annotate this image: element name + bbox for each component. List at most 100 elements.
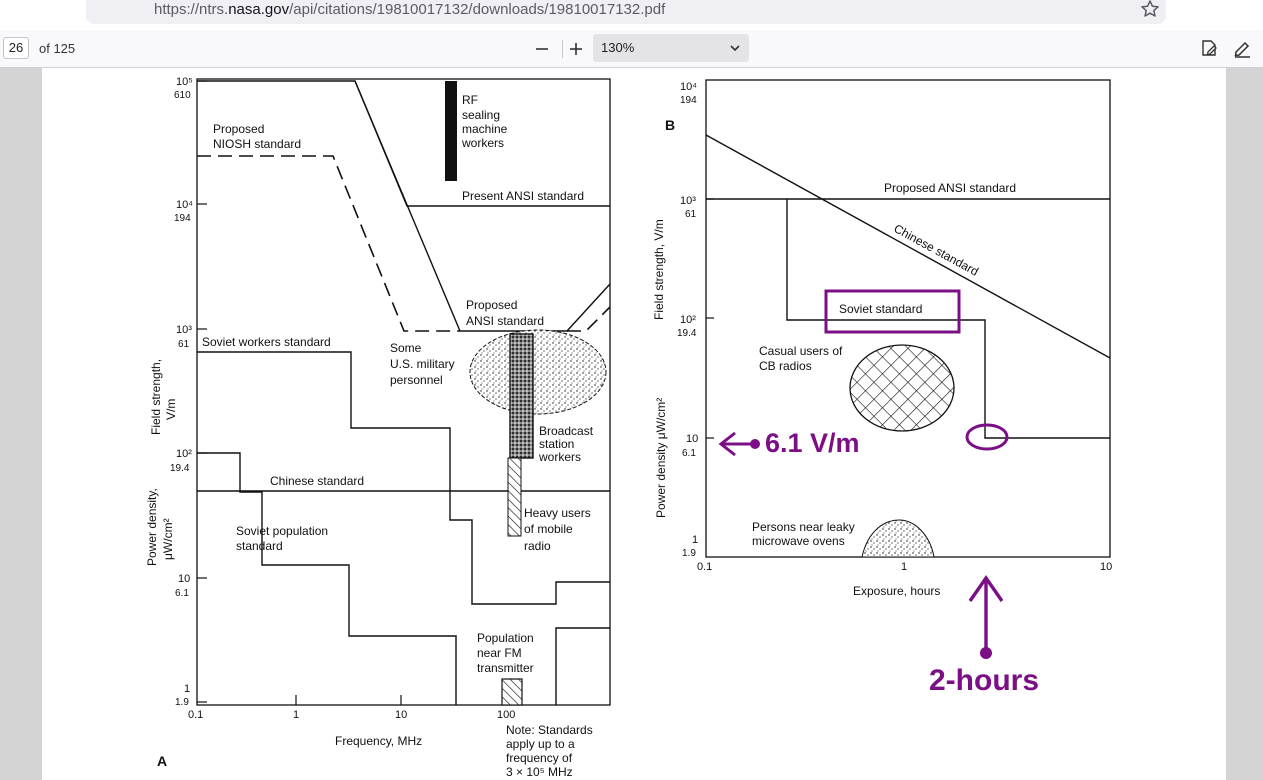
- y-tick-bottom: 61: [685, 209, 697, 220]
- zoom-in-icon[interactable]: [568, 41, 584, 57]
- label-military: Some: [390, 341, 422, 355]
- hours-arrow-icon: [968, 575, 1004, 652]
- fm-transmitter-region: [501, 678, 523, 706]
- cb-radio-region: [849, 344, 955, 432]
- highlight-pen-icon[interactable]: [1232, 38, 1252, 58]
- draw-icon[interactable]: [1199, 38, 1219, 58]
- y-tick-bottom: 194: [174, 213, 191, 224]
- chevron-down-icon: [730, 45, 740, 52]
- label-military: personnel: [390, 373, 443, 387]
- y-axis-label-power: Power density,: [145, 488, 159, 566]
- line-niosh: [197, 155, 460, 332]
- hours-value-annotation: 2-hours: [929, 664, 1039, 697]
- y-axis-label-field-unit: V/m: [164, 399, 178, 420]
- y-tick-bottom: 194: [680, 95, 697, 106]
- y-axis-label-field: Field strength,: [149, 359, 163, 435]
- x-tick: 100: [497, 709, 515, 721]
- zoom-value: 130%: [601, 40, 635, 55]
- y-tick-top: 10⁵: [176, 76, 193, 88]
- heavy-users-region: [507, 457, 522, 537]
- y-tick-top: 1: [692, 534, 698, 546]
- url-text[interactable]: https://ntrs.nasa.gov/api/citations/1981…: [154, 1, 665, 18]
- label-broadcast: Broadcast: [539, 424, 594, 438]
- field-arrow-icon: [718, 431, 752, 457]
- pdf-toolbar: of 125 130%: [0, 30, 1263, 68]
- y-axis-label-field: Field strength, V/m: [652, 219, 666, 320]
- zoom-select[interactable]: 130%: [593, 34, 749, 62]
- label-niosh: Proposed: [213, 122, 264, 136]
- y-axis-label-power: Power density μW/cm²: [654, 398, 668, 518]
- y-tick-bottom: 61: [178, 339, 190, 350]
- page-number-input[interactable]: [3, 37, 29, 59]
- panel-label-b: B: [665, 117, 675, 133]
- x-tick: 1: [293, 709, 299, 721]
- label-heavy-users: radio: [524, 539, 551, 553]
- bookmark-star-icon[interactable]: [1140, 0, 1160, 18]
- zoom-out-icon[interactable]: [534, 41, 550, 57]
- x-tick: 0.1: [188, 709, 203, 721]
- panel-label-a: A: [157, 753, 167, 769]
- y-tick-top: 10²: [176, 448, 192, 460]
- y-tick-top: 10³: [680, 195, 696, 207]
- page-count-label: of 125: [39, 41, 76, 56]
- label-cb: Casual users of: [759, 344, 843, 358]
- label-fm: near FM: [477, 646, 522, 660]
- y-tick-top: 10: [178, 573, 190, 585]
- label-rf: RF: [462, 93, 478, 107]
- label-broadcast: workers: [538, 450, 581, 464]
- label-soviet-population: standard: [236, 539, 283, 553]
- y-tick-top: 10³: [176, 324, 192, 336]
- label-niosh: NIOSH standard: [213, 137, 301, 151]
- line-population-right: [555, 627, 610, 705]
- note: frequency of: [506, 751, 573, 765]
- figure-svg: 10⁵ 610 10⁴ 194 10³ 61 10² 19.4 10 6.1 1…: [145, 76, 1112, 779]
- label-soviet-workers: Soviet workers standard: [202, 335, 331, 349]
- y-axis-label-power-unit: μW/cm²: [161, 518, 175, 560]
- label-heavy-users: of mobile: [524, 522, 573, 536]
- y-tick-bottom: 1.9: [682, 548, 696, 559]
- figure-b-frame: [705, 79, 1111, 558]
- y-tick-bottom: 610: [174, 90, 191, 101]
- toolbar-separator: [562, 40, 563, 58]
- field-arrow-dot: [750, 439, 760, 449]
- label-broadcast: station: [539, 437, 574, 451]
- label-soviet: Soviet standard: [839, 302, 922, 316]
- y-tick-top: 10²: [680, 314, 696, 326]
- x-axis-label: Frequency, MHz: [335, 734, 422, 748]
- y-tick-bottom: 6.1: [175, 588, 189, 599]
- y-tick-bottom: 1.9: [175, 697, 189, 708]
- label-oven: microwave ovens: [752, 534, 845, 548]
- label-military: U.S. military: [390, 357, 455, 371]
- military-region: [469, 329, 607, 415]
- label-chinese: Chinese standard: [270, 474, 364, 488]
- x-tick: 0.1: [697, 561, 712, 573]
- label-present-ansi: Present ANSI standard: [462, 189, 584, 203]
- broadcast-region: [509, 333, 534, 459]
- line-chinese: [705, 134, 1111, 359]
- y-tick-bottom: 19.4: [677, 328, 697, 339]
- x-tick: 1: [901, 561, 907, 573]
- note: apply up to a: [506, 737, 575, 751]
- label-proposed-ansi: Proposed ANSI standard: [884, 181, 1016, 195]
- line-niosh-right: [567, 306, 611, 332]
- note: 3 × 10⁵ MHz: [506, 765, 573, 779]
- label-rf: sealing: [462, 108, 500, 122]
- field-value-annotation: 6.1 V/m: [765, 428, 860, 458]
- y-tick-top: 10⁴: [176, 199, 193, 211]
- y-tick-top: 10⁴: [680, 81, 697, 93]
- label-rf: machine: [462, 122, 508, 136]
- label-proposed-ansi: Proposed: [466, 298, 517, 312]
- label-oven: Persons near leaky: [752, 520, 855, 534]
- hours-arrow-dot: [980, 647, 992, 659]
- label-cb: CB radios: [759, 359, 812, 373]
- label-rf: workers: [461, 136, 504, 150]
- y-tick-bottom: 6.1: [682, 448, 696, 459]
- microwave-oven-region: [861, 519, 935, 558]
- label-fm: transmitter: [477, 661, 534, 675]
- browser-url-bar: https://ntrs.nasa.gov/api/citations/1981…: [0, 0, 1263, 30]
- label-chinese: Chinese standard: [892, 221, 981, 278]
- label-fm: Population: [477, 631, 534, 645]
- figure-b: 10⁴ 194 10³ 61 10² 19.4 10 6.1 1 1.9 0.1…: [652, 79, 1112, 697]
- label-heavy-users: Heavy users: [524, 506, 591, 520]
- label-proposed-ansi: ANSI standard: [466, 314, 544, 328]
